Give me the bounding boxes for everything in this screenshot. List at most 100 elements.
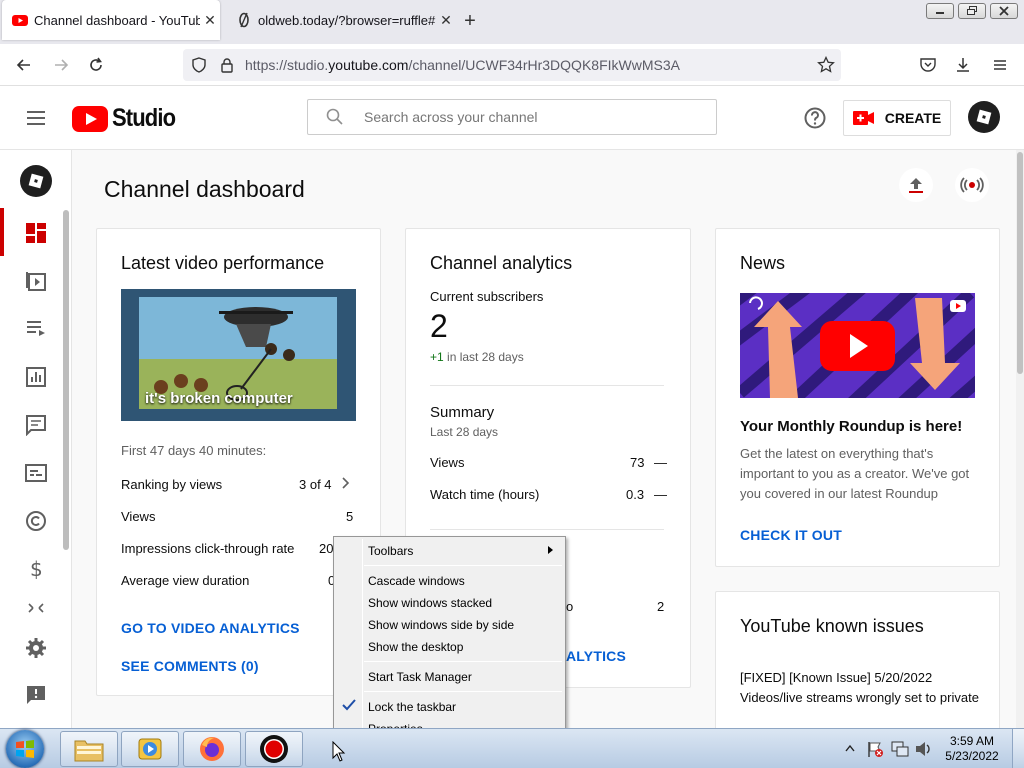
- channel-avatar[interactable]: [20, 165, 52, 197]
- tab-close-icon[interactable]: ✕: [436, 12, 456, 29]
- taskbar-context-menu: Toolbars Cascade windows Show windows st…: [333, 536, 566, 743]
- check-it-out-link[interactable]: CHECK IT OUT: [740, 527, 842, 543]
- go-to-channel-analytics-link[interactable]: ALYTICS: [566, 648, 626, 664]
- stat-value: 20: [319, 541, 334, 556]
- known-issues-heading: YouTube known issues: [740, 616, 924, 636]
- stat-value: 3 of 4: [299, 477, 332, 492]
- dashboard-icon[interactable]: [24, 221, 48, 245]
- taskbar-clock[interactable]: 3:59 AM 5/23/2022: [942, 734, 1002, 764]
- menu-separator: [364, 691, 562, 692]
- reload-icon[interactable]: [84, 53, 108, 77]
- app-menu-icon[interactable]: [988, 53, 1012, 77]
- subscribers-change: +1 in last 28 days: [430, 350, 524, 364]
- volume-icon[interactable]: [914, 740, 932, 758]
- tab-oldweb[interactable]: oldweb.today/?browser=ruffle# ✕: [226, 0, 456, 40]
- hamburger-menu-icon[interactable]: [24, 106, 48, 135]
- lock-icon[interactable]: [215, 53, 239, 77]
- tray-expand-icon[interactable]: [845, 744, 855, 752]
- checkmark-icon: [342, 699, 356, 711]
- menu-gutter: [362, 539, 363, 740]
- divider: [430, 529, 664, 530]
- taskbar-firefox[interactable]: [183, 731, 241, 767]
- summary-period: Last 28 days: [430, 425, 499, 439]
- summary-heading: Summary: [430, 404, 495, 421]
- subtitles-icon[interactable]: [24, 461, 48, 485]
- submenu-arrow-icon: [548, 546, 553, 554]
- menu-item-task-manager[interactable]: Start Task Manager: [368, 670, 472, 684]
- close-window-button[interactable]: [990, 3, 1018, 19]
- latest-video-heading: Latest video performance: [121, 253, 325, 273]
- news-image[interactable]: [740, 293, 975, 398]
- studio-logo[interactable]: Studio: [72, 104, 184, 133]
- browser-tabbar: Channel dashboard - YouTube ✕ oldweb.tod…: [0, 0, 1024, 44]
- tab-channel-dashboard[interactable]: Channel dashboard - YouTube ✕: [2, 0, 220, 40]
- create-button[interactable]: CREATE: [843, 100, 951, 136]
- summary-value: 73: [630, 455, 645, 470]
- bookmark-star-icon[interactable]: [814, 53, 838, 77]
- scrollbar-thumb[interactable]: [1017, 152, 1023, 374]
- tab-close-icon[interactable]: ✕: [200, 12, 220, 29]
- feedback-icon[interactable]: [24, 683, 48, 707]
- taskbar-recorder[interactable]: [245, 731, 303, 767]
- trend-dash: —: [654, 455, 667, 470]
- menu-item-lock-taskbar[interactable]: Lock the taskbar: [368, 700, 456, 714]
- help-icon[interactable]: [803, 106, 827, 135]
- tab-title: oldweb.today/?browser=ruffle#: [258, 12, 436, 28]
- rail-scrollbar[interactable]: [63, 210, 69, 550]
- downloads-icon[interactable]: [951, 53, 975, 77]
- upload-video-button[interactable]: [899, 168, 933, 202]
- monthly-roundup-art: [740, 293, 975, 398]
- minimize-icon: [936, 12, 944, 14]
- settings-gear-icon[interactable]: [24, 636, 48, 660]
- monetization-icon[interactable]: $: [24, 557, 48, 581]
- menu-item-stacked[interactable]: Show windows stacked: [368, 596, 492, 610]
- clock-time: 3:59 AM: [949, 734, 995, 748]
- copyright-icon[interactable]: [24, 509, 48, 533]
- news-item-title: Your Monthly Roundup is here!: [740, 418, 963, 435]
- subscribers-count: 2: [430, 308, 448, 344]
- known-issues-body[interactable]: [FIXED] [Known Issue] 5/20/2022 Videos/l…: [740, 668, 980, 720]
- menu-item-side-by-side[interactable]: Show windows side by side: [368, 618, 514, 632]
- chevron-right-icon[interactable]: [341, 476, 351, 495]
- playlists-icon[interactable]: [24, 316, 48, 340]
- menu-item-toolbars[interactable]: Toolbars: [368, 544, 413, 558]
- forward-icon[interactable]: [49, 53, 73, 77]
- partial-row-label: o: [566, 599, 574, 614]
- content-icon[interactable]: [24, 269, 48, 293]
- menu-item-show-desktop[interactable]: Show the desktop: [368, 640, 463, 654]
- oldweb-favicon-icon: [239, 12, 249, 28]
- menu-item-cascade[interactable]: Cascade windows: [368, 574, 465, 588]
- comments-icon[interactable]: [24, 413, 48, 437]
- network-icon[interactable]: [891, 740, 909, 758]
- page-scrollbar[interactable]: [1016, 150, 1024, 728]
- restore-button[interactable]: [958, 3, 986, 19]
- page-title: Channel dashboard: [104, 176, 305, 202]
- go-to-video-analytics-link[interactable]: GO TO VIDEO ANALYTICS: [121, 620, 300, 636]
- tracking-shield-icon[interactable]: [187, 53, 211, 77]
- studio-header: Studio Search across your channel CREATE: [0, 86, 1024, 150]
- action-center-flag-icon[interactable]: [866, 740, 884, 758]
- customization-icon[interactable]: [24, 601, 48, 615]
- pocket-icon[interactable]: [916, 53, 940, 77]
- studio-logo-text: Studio: [112, 104, 176, 132]
- divider: [430, 385, 664, 386]
- taskbar-explorer[interactable]: [60, 731, 118, 767]
- stat-label: Average view duration: [121, 573, 250, 588]
- see-comments-link[interactable]: SEE COMMENTS (0): [121, 658, 259, 674]
- channel-search-input[interactable]: Search across your channel: [307, 99, 717, 135]
- minimize-button[interactable]: [926, 3, 954, 19]
- show-desktop-button[interactable]: [1012, 729, 1024, 768]
- account-avatar[interactable]: [968, 101, 1000, 133]
- stat-label: Ranking by views: [121, 477, 223, 492]
- go-live-button[interactable]: [955, 168, 989, 202]
- analytics-icon[interactable]: [24, 365, 48, 389]
- summary-label: Views: [430, 455, 465, 470]
- new-tab-icon[interactable]: +: [458, 10, 482, 34]
- windows-logo-icon: [16, 740, 34, 758]
- address-bar[interactable]: https://studio.youtube.com/channel/UCWF3…: [183, 49, 841, 81]
- latest-video-thumbnail[interactable]: it's broken computer: [121, 289, 356, 421]
- start-button[interactable]: [6, 730, 44, 768]
- taskbar-media-player[interactable]: [121, 731, 179, 767]
- active-indicator: [0, 208, 4, 256]
- back-icon[interactable]: [12, 53, 36, 77]
